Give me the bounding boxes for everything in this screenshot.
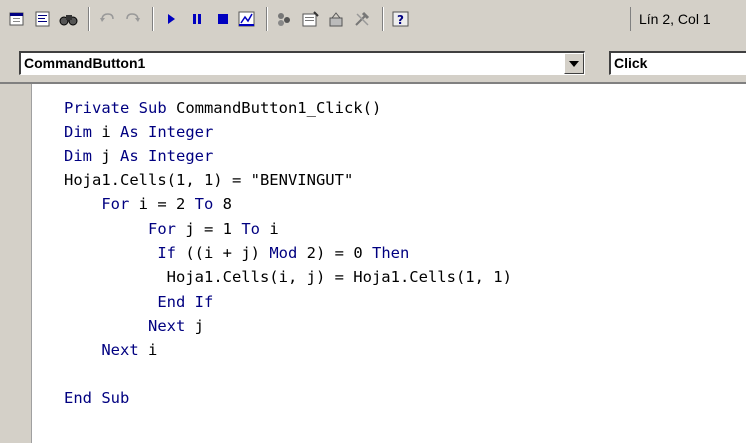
code-line[interactable]: For i = 2 To 8 [64,192,232,216]
object-combo[interactable]: CommandButton1 [19,51,585,75]
code-line[interactable]: Next j [64,314,204,338]
code-keyword: To [241,220,270,238]
code-text: i = 2 [138,195,195,213]
object-combo-value: CommandButton1 [24,55,146,71]
code-keyword: Next [148,317,195,335]
project-explorer-icon[interactable] [274,8,296,30]
code-text: Hoja1.Cells(i, j) = Hoja1.Cells(1, 1) [166,268,512,286]
redo-icon[interactable] [122,8,144,30]
code-keyword: If [157,244,186,262]
code-text: 8 [222,195,232,213]
code-line[interactable]: For j = 1 To i [64,217,279,241]
code-keyword: Then [371,244,410,262]
code-text: 2) = 0 [306,244,372,262]
code-line[interactable]: If ((i + j) Mod 2) = 0 Then [64,241,409,265]
code-line[interactable]: Next i [64,338,157,362]
code-text: CommandButton1_Click() [175,99,382,117]
code-line[interactable]: Dim j As Integer [64,144,213,168]
code-text: i [269,220,279,238]
code-line[interactable]: Hoja1.Cells(1, 1) = "BENVINGUT" [64,168,353,192]
code-keyword: Mod [269,244,307,262]
view-code-icon[interactable] [32,8,54,30]
cursor-position-status: Lín 2, Col 1 [630,7,746,31]
code-keyword: End If [157,293,214,311]
code-text: j = 1 [185,220,242,238]
code-text: Hoja1.Cells(1, 1) = "BENVINGUT" [64,171,354,189]
code-line[interactable]: End Sub [64,386,129,410]
run-icon[interactable] [160,8,182,30]
help-icon[interactable]: ? [390,8,412,30]
code-text: j [101,147,120,165]
code-keyword: End Sub [64,389,130,407]
code-keyword: Dim [64,147,102,165]
code-editor[interactable]: Private Sub CommandButton1_Click() Dim i … [0,84,746,443]
find-icon[interactable] [58,8,80,30]
code-line[interactable]: Dim i As Integer [64,120,213,144]
code-line[interactable]: Private Sub CommandButton1_Click() [64,96,381,120]
code-keyword: Private Sub [64,99,176,117]
undo-icon[interactable] [96,8,118,30]
properties-window-icon[interactable] [300,8,322,30]
margin-indicator-bar[interactable] [0,84,32,443]
code-text: j [194,317,205,335]
chevron-down-icon[interactable] [564,53,584,74]
design-mode-icon[interactable] [236,8,258,30]
code-keyword: For [148,220,186,238]
code-keyword: For [101,195,139,213]
code-keyword: To [194,195,223,213]
object-browser-icon[interactable] [326,8,348,30]
svg-text:?: ? [397,13,404,27]
view-object-icon[interactable] [6,8,28,30]
code-line[interactable]: End If [64,290,213,314]
code-text: i [101,123,120,141]
code-keyword: As Integer [120,147,214,165]
code-keyword: As Integer [120,123,214,141]
code-window-header: CommandButton1 Click [0,37,746,84]
procedure-combo[interactable]: Click [609,51,746,75]
toolbox-icon[interactable] [352,8,374,30]
code-text: i [148,341,158,359]
reset-icon[interactable] [212,8,234,30]
code-text: ((i + j) [185,244,270,262]
code-keyword: Dim [64,123,102,141]
procedure-combo-value: Click [614,55,648,71]
code-keyword: Next [101,341,148,359]
break-icon[interactable] [186,8,208,30]
standard-toolbar: ? Lín 2, Col 1 [0,0,746,38]
code-line[interactable]: Hoja1.Cells(i, j) = Hoja1.Cells(1, 1) [64,265,512,289]
